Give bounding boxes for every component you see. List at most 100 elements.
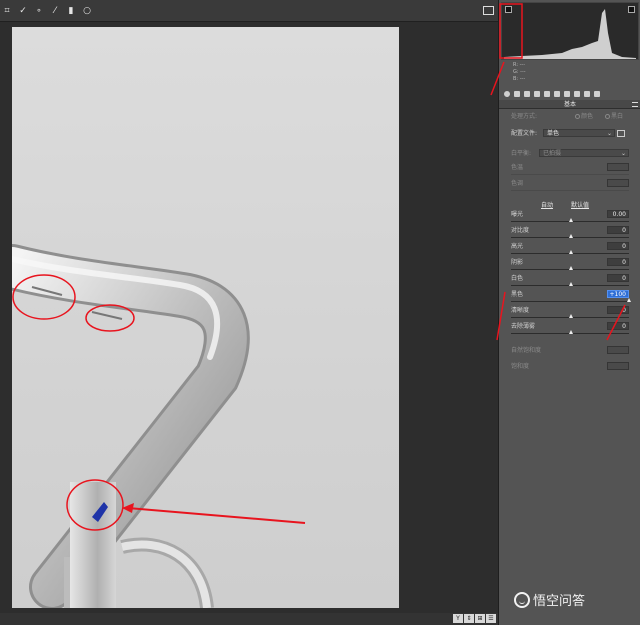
chevron-down-icon: ⌄ [620, 150, 626, 157]
default-button[interactable]: 默认值 [571, 201, 589, 210]
slider-thumb[interactable] [569, 234, 573, 238]
tab-effects-icon[interactable] [574, 91, 580, 97]
tab-hsl-icon[interactable] [534, 91, 540, 97]
slider-thumb[interactable] [569, 282, 573, 286]
graduated-filter-icon[interactable]: ▮ [66, 6, 76, 16]
watermark-text: 悟空问答 [533, 594, 586, 609]
profile-value: 单色 [547, 130, 560, 137]
spot-removal-icon[interactable]: ✓ [18, 6, 28, 16]
tint-row: 色调 [511, 179, 629, 188]
toggle-settings-button[interactable]: ☰ [486, 614, 496, 623]
slider-thumb[interactable] [569, 266, 573, 270]
vibrance-row: 自然饱和度 [511, 346, 629, 355]
b-label: B: [513, 76, 519, 82]
radial-filter-icon[interactable]: ○ [82, 6, 92, 16]
r-label: R: [513, 62, 519, 68]
slider-label: 对比度 [511, 227, 530, 234]
white-balance-select[interactable]: 已拍摄 ⌄ [539, 149, 629, 157]
photo-preview[interactable] [12, 27, 399, 608]
slider-label: 黑色 [511, 291, 524, 298]
histogram [501, 2, 639, 60]
before-after-toggle-button[interactable]: Y [453, 614, 463, 623]
watermark: 悟空问答 [514, 590, 585, 609]
slider-label: 阴影 [511, 259, 524, 266]
tab-split-toning-icon[interactable] [544, 91, 550, 97]
white-balance-label: 白平衡: [511, 150, 532, 157]
tab-transform-icon[interactable] [564, 91, 570, 97]
swap-settings-button[interactable]: ⇕ [464, 614, 474, 623]
slider-thumb[interactable] [569, 218, 573, 222]
temp-slider-track[interactable] [511, 174, 629, 175]
r-value: --- [519, 62, 526, 68]
slider-value-input[interactable]: 0 [607, 258, 629, 266]
auto-button[interactable]: 自动 [541, 201, 553, 210]
red-eye-icon[interactable]: ∘ [34, 6, 44, 16]
profile-select[interactable]: 单色 ⌄ [543, 129, 615, 137]
slider-value-input[interactable]: +100 [607, 290, 629, 298]
profile-row: 配置文件: 单色 ⌄ [511, 129, 629, 138]
crop-icon[interactable]: ⌗ [2, 6, 12, 16]
vibrance-label: 自然饱和度 [511, 347, 542, 354]
white-balance-value: 已拍摄 [543, 150, 562, 157]
tab-presets-icon[interactable] [594, 91, 600, 97]
handrail-photo [12, 244, 250, 608]
saturation-label: 饱和度 [511, 363, 530, 370]
slider-value-input[interactable]: 0 [607, 242, 629, 250]
slider-label: 高光 [511, 243, 524, 250]
panel-tabs [501, 89, 639, 99]
slider-track[interactable] [511, 301, 629, 302]
slider-value-input[interactable]: 0 [607, 306, 629, 314]
slider-value-input[interactable]: 0 [607, 226, 629, 234]
slider-value-input[interactable]: 0 [607, 322, 629, 330]
treatment-bw-label: 黑白 [610, 113, 623, 120]
panel-menu-icon[interactable] [632, 102, 638, 107]
treatment-color-radio[interactable]: 颜色 [574, 112, 593, 121]
tab-tone-curve-icon[interactable] [514, 91, 520, 97]
tab-detail-icon[interactable] [524, 91, 530, 97]
image-canvas-area [0, 22, 498, 613]
temp-value-box[interactable] [607, 163, 629, 171]
saturation-row: 饱和度 [511, 362, 629, 371]
tint-value-box[interactable] [607, 179, 629, 187]
treatment-color-label: 颜色 [580, 113, 593, 120]
adjustment-brush-icon[interactable]: ⁄ [50, 6, 60, 16]
tab-lens-icon[interactable] [554, 91, 560, 97]
vibrance-value-box[interactable] [607, 346, 629, 354]
white-balance-row: 白平衡: 已拍摄 ⌄ [511, 149, 629, 158]
g-label: G: [513, 69, 519, 75]
histogram-graph [504, 9, 636, 59]
auto-default-row: 自动 默认值 [511, 201, 629, 210]
slider-thumb[interactable] [627, 298, 631, 302]
status-bar: Y ⇕ ⊞ ☰ [0, 613, 498, 625]
temp-row: 色温 [511, 163, 629, 172]
slider-value-input[interactable]: 0 [607, 274, 629, 282]
panel-title: 基本 [499, 100, 640, 109]
slider-value-input[interactable]: 0.00 [607, 210, 629, 218]
chevron-down-icon: ⌄ [606, 130, 612, 137]
treatment-label: 处理方式: [511, 113, 538, 120]
slider-label: 清晰度 [511, 307, 530, 314]
slider-thumb[interactable] [569, 330, 573, 334]
b-value: --- [519, 76, 526, 82]
treatment-bw-radio[interactable]: 黑白 [604, 112, 623, 121]
slider-row: 黑色 +100 [511, 290, 629, 299]
open-in-window-icon[interactable] [483, 6, 494, 15]
copy-settings-button[interactable]: ⊞ [475, 614, 485, 623]
temp-label: 色温 [511, 164, 524, 171]
right-panel: R: --- G: --- B: --- 基本 处理方式: 颜色 黑白 配置文件… [498, 0, 640, 625]
tint-slider-track[interactable] [511, 190, 629, 191]
treatment-row: 处理方式: 颜色 黑白 [511, 112, 629, 121]
slider-thumb[interactable] [569, 314, 573, 318]
toolbar: ⌗ ✓ ∘ ⁄ ▮ ○ [0, 0, 498, 22]
wukong-logo-icon [514, 591, 530, 608]
g-value: --- [520, 69, 526, 75]
rgb-readout: R: --- G: --- B: --- [513, 62, 526, 83]
slider-label: 去除薄雾 [511, 323, 536, 330]
slider-thumb[interactable] [569, 250, 573, 254]
profile-label: 配置文件: [511, 130, 538, 137]
tab-basic-icon[interactable] [504, 91, 510, 97]
saturation-value-box[interactable] [607, 362, 629, 370]
slider-label: 曝光 [511, 211, 524, 218]
tab-calibration-icon[interactable] [584, 91, 590, 97]
profile-browser-icon[interactable] [617, 130, 625, 137]
